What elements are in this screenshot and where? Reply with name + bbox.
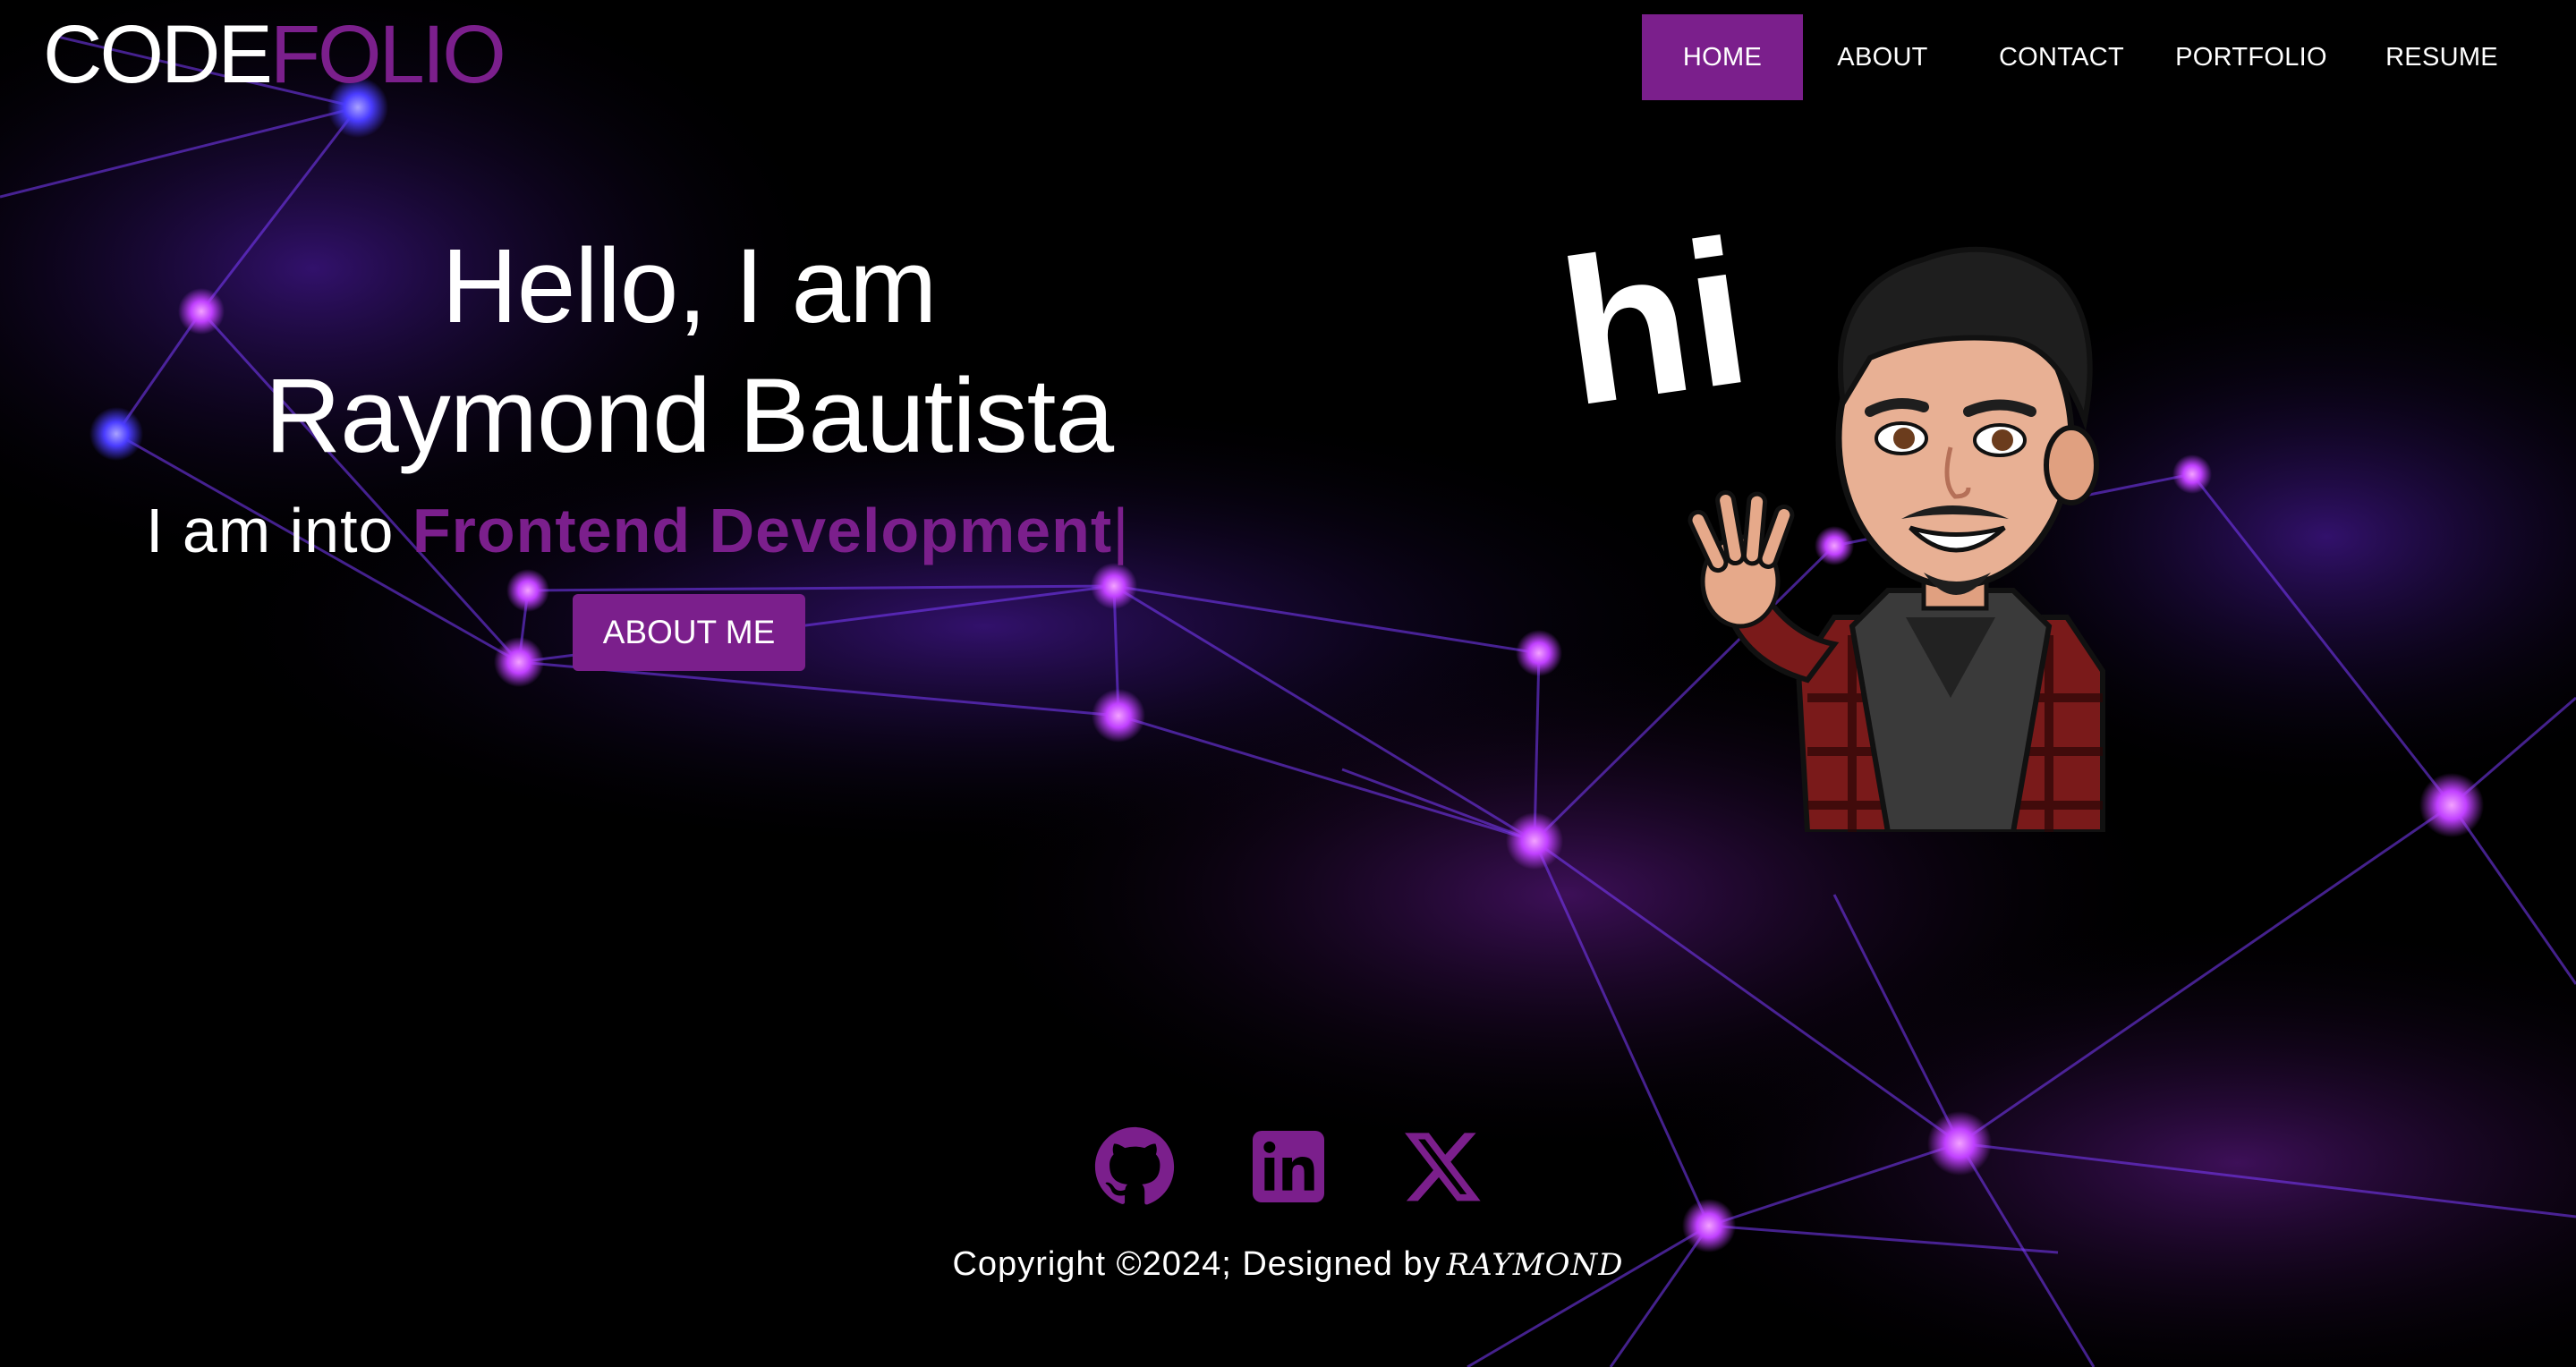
hero-heading: Hello, I am Raymond Bautista — [134, 224, 1244, 483]
nav-home[interactable]: HOME — [1642, 14, 1803, 100]
logo-folio-text: FOLIO — [269, 9, 506, 100]
typing-cursor: | — [1112, 496, 1130, 565]
logo-code-text: CODE — [43, 9, 273, 100]
hi-text: hi — [1548, 197, 1761, 449]
x-icon — [1404, 1133, 1481, 1201]
github-icon — [1094, 1126, 1174, 1205]
about-me-button[interactable]: ABOUT ME — [573, 594, 805, 671]
social-links — [0, 1125, 2576, 1208]
hero-name: Raymond Bautista — [264, 357, 1114, 475]
main-nav: HOME ABOUT CONTACT PORTFOLIO RESUME — [1642, 14, 2531, 100]
linkedin-icon — [1252, 1131, 1324, 1202]
tagline-role: Frontend Development — [412, 496, 1113, 565]
avatar-illustration: hi — [1548, 197, 2105, 832]
nav-about[interactable]: ABOUT — [1803, 14, 1962, 100]
tagline-prefix: I am into — [146, 496, 412, 565]
nav-contact[interactable]: CONTACT — [1975, 14, 2148, 100]
nav-resume[interactable]: RESUME — [2352, 14, 2531, 100]
site-logo[interactable]: CODEFOLIO — [43, 5, 506, 104]
footer-copyright: Copyright ©2024; Designed by RAYMOND — [0, 1245, 2576, 1284]
github-link[interactable] — [1093, 1125, 1176, 1208]
copyright-text: Copyright ©2024; Designed by — [952, 1245, 1441, 1283]
hero-greeting: Hello, I am — [441, 227, 938, 345]
designer-signature: RAYMOND — [1446, 1247, 1624, 1283]
x-link[interactable] — [1401, 1125, 1484, 1208]
hero-tagline: I am into Frontend Development| — [146, 490, 1129, 571]
nav-portfolio[interactable]: PORTFOLIO — [2159, 14, 2343, 100]
linkedin-link[interactable] — [1247, 1125, 1330, 1208]
